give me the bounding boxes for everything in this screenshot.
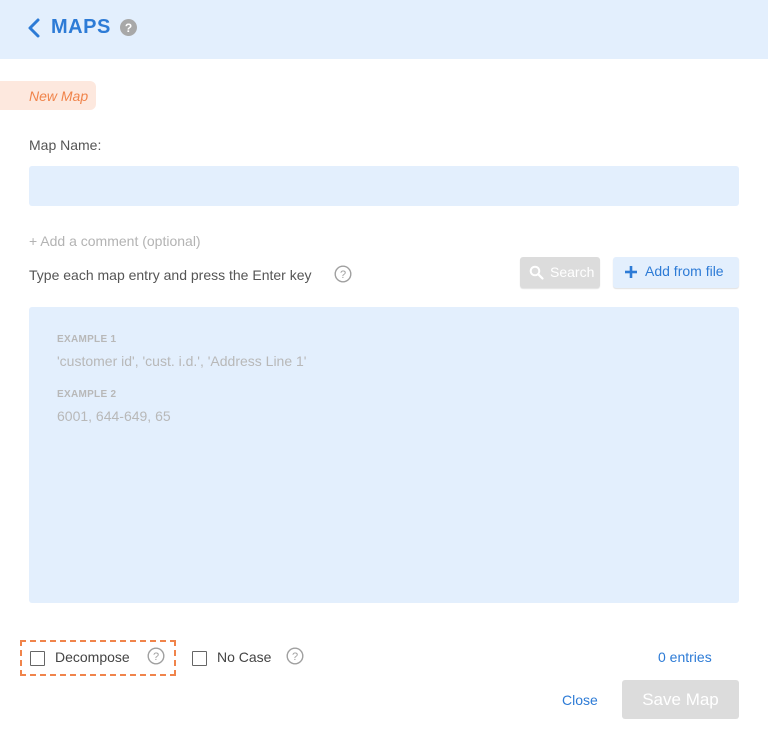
svg-text:?: ? xyxy=(125,21,132,35)
search-button-label: Search xyxy=(550,264,595,280)
chevron-left-icon[interactable] xyxy=(26,17,42,39)
example-1-label: EXAMPLE 1 xyxy=(57,334,117,345)
question-circle-outline-icon[interactable]: ? xyxy=(286,647,304,665)
search-button[interactable]: Search xyxy=(520,257,600,288)
example-1-value: 'customer id', 'cust. i.d.', 'Address Li… xyxy=(57,353,307,369)
map-name-label: Map Name: xyxy=(29,137,102,153)
svg-text:?: ? xyxy=(153,651,159,663)
save-map-button[interactable]: Save Map xyxy=(622,680,739,719)
no-case-label: No Case xyxy=(217,649,272,665)
entries-count: 0 entries xyxy=(658,649,712,665)
add-comment-link[interactable]: + Add a comment (optional) xyxy=(29,233,201,249)
save-map-label: Save Map xyxy=(642,690,719,709)
svg-text:?: ? xyxy=(292,651,298,663)
example-2-label: EXAMPLE 2 xyxy=(57,389,117,400)
plus-icon xyxy=(625,266,637,278)
close-button[interactable]: Close xyxy=(562,692,598,708)
search-icon xyxy=(529,265,544,280)
add-from-file-button[interactable]: Add from file xyxy=(613,257,739,288)
question-circle-outline-icon[interactable]: ? xyxy=(334,265,352,283)
map-name-input[interactable] xyxy=(29,166,739,206)
add-from-file-label: Add from file xyxy=(645,263,724,279)
example-2-value: 6001, 644-649, 65 xyxy=(57,408,171,424)
decompose-label: Decompose xyxy=(55,649,130,665)
page-title: MAPS xyxy=(51,16,111,38)
no-case-checkbox[interactable] xyxy=(192,651,207,666)
new-map-tag-label: New Map xyxy=(29,88,89,104)
instruction-text: Type each map entry and press the Enter … xyxy=(29,267,312,283)
header-bar: MAPS ? xyxy=(0,0,768,59)
question-circle-icon[interactable]: ? xyxy=(120,19,137,36)
decompose-checkbox[interactable] xyxy=(30,651,45,666)
svg-text:?: ? xyxy=(340,269,346,281)
map-entries-textarea[interactable]: EXAMPLE 1 'customer id', 'cust. i.d.', '… xyxy=(29,307,739,603)
question-circle-outline-icon[interactable]: ? xyxy=(147,647,165,665)
